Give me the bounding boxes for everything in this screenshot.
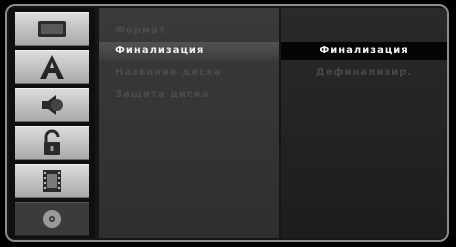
speaker-icon <box>42 95 63 115</box>
film-icon <box>43 170 61 192</box>
menu-item-disc-protect[interactable]: Защита диска <box>99 86 279 104</box>
menu-item-format[interactable]: Формат <box>99 22 279 40</box>
monitor-icon <box>38 21 66 37</box>
category-tab-lock[interactable] <box>15 126 89 160</box>
lock-icon <box>44 129 60 155</box>
dvd-setup-screen: Формат Финализация Название диска Защита… <box>0 0 456 247</box>
category-tab-display[interactable] <box>15 12 89 46</box>
category-tab-audio[interactable] <box>15 88 89 122</box>
submenu-column: Финализация Дефинализир. <box>281 8 447 238</box>
menu-item-finalize[interactable]: Финализация <box>99 42 279 60</box>
setup-menu-frame: Формат Финализация Название диска Защита… <box>5 4 449 242</box>
submenu-option-unfinalize[interactable]: Дефинализир. <box>281 64 447 82</box>
category-tab-disc[interactable] <box>15 202 89 236</box>
category-icon-column <box>9 8 95 238</box>
category-tab-video[interactable] <box>15 164 89 198</box>
settings-menu-column: Формат Финализация Название диска Защита… <box>99 8 279 238</box>
letter-a-icon <box>40 55 64 79</box>
submenu-option-finalize[interactable]: Финализация <box>281 42 447 60</box>
disc-icon <box>43 210 61 228</box>
menu-item-disc-name[interactable]: Название диска <box>99 64 279 82</box>
category-tab-language[interactable] <box>15 50 89 84</box>
